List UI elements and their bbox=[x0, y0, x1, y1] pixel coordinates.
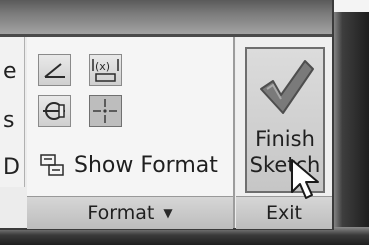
mouse-pointer-icon bbox=[291, 159, 319, 199]
ribbon: e s D (x) Show Format Format ▼ Finish Sk… bbox=[0, 0, 334, 230]
show-format-icon bbox=[40, 154, 64, 176]
svg-text:(x): (x) bbox=[95, 60, 110, 73]
constraint-circle-icon[interactable] bbox=[38, 95, 71, 127]
ribbon-title-band bbox=[0, 0, 332, 37]
panel-separator bbox=[233, 37, 235, 228]
partial-label-2: s bbox=[3, 108, 15, 133]
format-panel-label: Format bbox=[87, 202, 155, 224]
show-format-label: Show Format bbox=[74, 152, 218, 178]
window-shadow-right bbox=[331, 12, 369, 245]
finish-label-line1: Finish bbox=[255, 127, 315, 151]
partial-label-3: D bbox=[3, 155, 20, 180]
centerpoint-icon[interactable] bbox=[89, 95, 122, 127]
checkmark-icon bbox=[260, 60, 314, 114]
format-panel-dropdown[interactable]: Format ▼ bbox=[27, 196, 233, 229]
previous-panel-edge: e s D bbox=[0, 37, 25, 187]
dimension-angle-icon[interactable] bbox=[38, 54, 71, 86]
partial-label-1: e bbox=[3, 59, 17, 84]
show-format-button[interactable]: Show Format bbox=[38, 148, 218, 182]
fit-dimension-icon[interactable]: (x) bbox=[89, 54, 122, 86]
chevron-down-icon: ▼ bbox=[163, 206, 173, 220]
